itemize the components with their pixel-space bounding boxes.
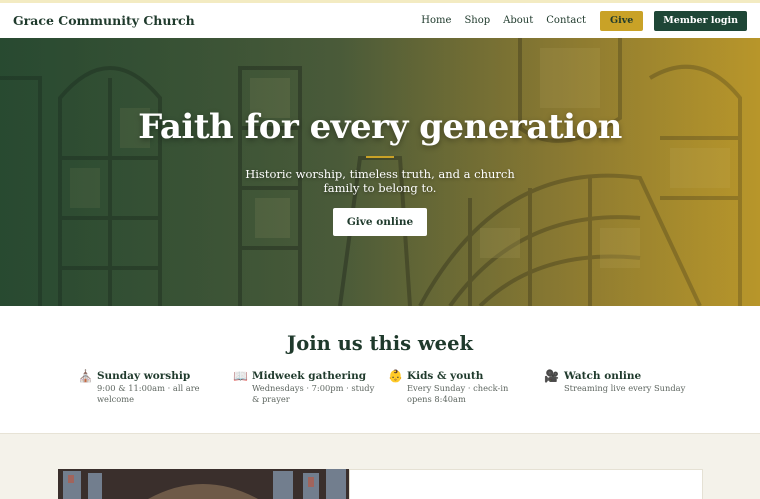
video-camera-icon: 🎥: [544, 369, 559, 383]
give-button[interactable]: Give: [599, 10, 644, 31]
hero-content: Faith for every generation Historic wors…: [0, 38, 760, 306]
child-icon: 👶: [388, 369, 403, 383]
member-login-button[interactable]: Member login: [654, 10, 747, 31]
hero-divider: [366, 156, 394, 158]
event-description: 9:00 & 11:00am · all are welcome: [96, 383, 200, 404]
event-item-watch-online[interactable]: 🎥 Watch online Streaming live every Sund…: [543, 369, 693, 394]
nav-contact[interactable]: Contact: [546, 15, 586, 26]
event-description: Wednesdays · 7:00pm · study & prayer: [251, 383, 375, 404]
hero-subtitle: Historic worship, timeless truth, and a …: [245, 167, 515, 195]
hero-banner: Faith for every generation Historic wors…: [0, 38, 760, 306]
event-title: Sunday worship: [96, 370, 191, 382]
feature-card: [349, 469, 703, 499]
event-item-sunday-worship[interactable]: ⛪ Sunday worship 9:00 & 11:00am · all ar…: [78, 369, 208, 404]
book-icon: 📖: [233, 369, 248, 383]
nav-home[interactable]: Home: [421, 15, 451, 26]
event-description: Every Sunday · check-in opens 8:40am: [406, 383, 509, 404]
this-week-section: Join us this week ⛪ Sunday worship 9:00 …: [0, 306, 760, 434]
event-description: Streaming live every Sunday: [564, 383, 686, 393]
event-title: Kids & youth: [406, 370, 484, 382]
site-header: Grace Community Church Home Shop About C…: [0, 3, 760, 38]
give-online-button[interactable]: Give online: [333, 208, 427, 236]
event-item-midweek-gathering[interactable]: 📖 Midweek gathering Wednesdays · 7:00pm …: [233, 369, 383, 404]
church-icon: ⛪: [78, 369, 93, 383]
site-logo-text[interactable]: Grace Community Church: [13, 13, 195, 28]
hero-title: Faith for every generation: [138, 107, 622, 147]
feature-section: [0, 434, 760, 499]
main-nav: Home Shop About Contact Give Member logi…: [408, 10, 747, 31]
stained-glass-window-image: [58, 469, 349, 499]
event-title: Watch online: [564, 370, 642, 382]
section-title: Join us this week: [286, 332, 474, 355]
nav-shop[interactable]: Shop: [464, 15, 490, 26]
event-item-kids-youth[interactable]: 👶 Kids & youth Every Sunday · check-in o…: [388, 369, 533, 404]
church-interior-image: [58, 469, 349, 499]
nav-about[interactable]: About: [503, 15, 533, 26]
event-title: Midweek gathering: [251, 370, 367, 382]
